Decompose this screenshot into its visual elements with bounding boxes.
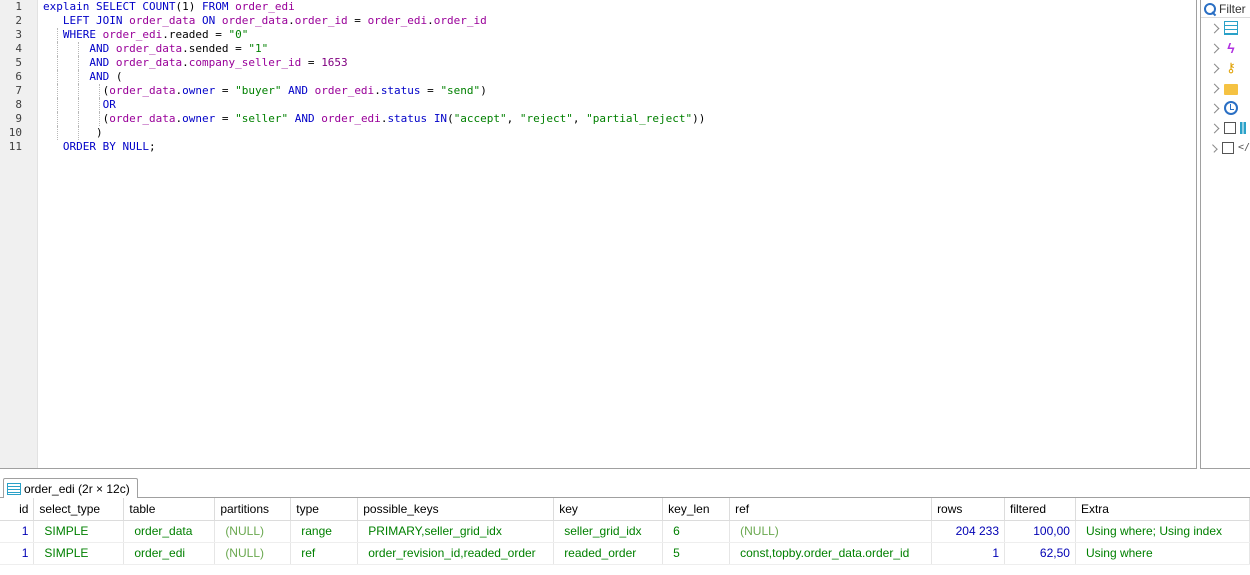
code-line: AND order_data.company_seller_id = 1653 (43, 56, 1196, 70)
code-line: (order_data.owner = "seller" AND order_e… (43, 112, 706, 126)
cell-id[interactable]: 1 (0, 542, 35, 565)
tree-node-code[interactable]: </ (1201, 138, 1250, 158)
line-number: 7 (15, 84, 22, 97)
line-number: 3 (15, 28, 22, 41)
cell-key-len[interactable]: 5 (662, 542, 731, 565)
column-header[interactable]: table (123, 498, 216, 521)
cell-possible-keys[interactable]: PRIMARY,seller_grid_idx (357, 520, 555, 543)
chevron-right-icon[interactable] (1209, 43, 1220, 53)
cell-filtered[interactable]: 100,00 (1004, 520, 1076, 543)
line-number: 8 (15, 98, 22, 111)
column-header[interactable]: rows (931, 498, 1006, 521)
cell-type[interactable]: range (290, 520, 359, 543)
cell-id[interactable]: 1 (0, 520, 35, 543)
table-icon (1224, 21, 1238, 35)
cell-partitions[interactable]: (NULL) (214, 520, 292, 543)
cell-type[interactable]: ref (290, 542, 359, 565)
column-header[interactable]: Extra (1075, 498, 1250, 521)
tree-node-events[interactable] (1201, 98, 1250, 118)
column-header[interactable]: select_type (33, 498, 125, 521)
code-line: WHERE order_edi.readed = "0" (43, 28, 1196, 42)
tree-node-folder[interactable] (1201, 78, 1250, 98)
checkbox[interactable] (1224, 122, 1236, 134)
tab-result-order-edi[interactable]: order_edi (2r × 12c) (3, 478, 138, 499)
cell-key-len[interactable]: 6 (662, 520, 731, 543)
cell-filtered[interactable]: 62,50 (1004, 542, 1076, 565)
line-number: 2 (15, 14, 22, 27)
cell-extra[interactable]: Using where (1075, 542, 1250, 565)
chevron-right-icon[interactable] (1209, 83, 1220, 93)
cell-partitions[interactable]: (NULL) (214, 542, 292, 565)
column-header[interactable]: possible_keys (357, 498, 555, 521)
chevron-right-icon[interactable] (1209, 123, 1220, 133)
line-number: 1 (15, 0, 22, 13)
cell-extra[interactable]: Using where; Using index (1075, 520, 1250, 543)
chevron-right-icon[interactable] (1209, 103, 1220, 113)
tree-node-procedures[interactable]: ϟ (1201, 38, 1250, 58)
tab-label: order_edi (2r × 12c) (24, 482, 130, 496)
code-line: LEFT JOIN order_data ON order_data.order… (62, 14, 487, 27)
code-line: ) (43, 126, 1196, 140)
line-number: 4 (15, 42, 22, 55)
tree-node-charts[interactable] (1201, 118, 1250, 138)
column-header[interactable]: ref (729, 498, 933, 521)
result-tab-strip: order_edi (2r × 12c) (0, 476, 1250, 499)
object-tree-panel[interactable]: Filter ϟ ⚷ </ (1200, 0, 1250, 469)
cell-table[interactable]: order_edi (123, 542, 216, 565)
cell-possible-keys[interactable]: order_revision_id,readed_order (357, 542, 555, 565)
search-icon (1203, 2, 1216, 15)
code-line: ORDER BY NULL; (62, 140, 156, 153)
key-icon: ⚷ (1226, 60, 1236, 75)
cell-ref[interactable]: (NULL) (729, 520, 933, 543)
column-header[interactable]: key_len (662, 498, 731, 521)
clock-icon (1224, 101, 1238, 115)
result-grid[interactable]: id select_type table partitions type pos… (0, 498, 1250, 575)
cell-select-type[interactable]: SIMPLE (33, 542, 125, 565)
cell-key[interactable]: readed_order (553, 542, 664, 565)
sql-editor[interactable]: 1 2 3 4 5 6 7 8 9 10 11 explain SELECT C… (0, 0, 1197, 469)
table-row[interactable]: 1 SIMPLE order_edi (NULL) ref order_revi… (0, 542, 1250, 565)
line-number: 5 (15, 56, 22, 69)
code-line: AND order_data.sended = "1" (43, 42, 1196, 56)
lightning-icon: ϟ (1227, 40, 1235, 56)
chevron-right-icon[interactable] (1209, 143, 1218, 153)
column-header[interactable]: key (553, 498, 664, 521)
cell-select-type[interactable]: SIMPLE (33, 520, 125, 543)
line-number: 10 (8, 126, 22, 139)
bar-chart-icon (1240, 122, 1246, 134)
tree-filter[interactable]: Filter (1201, 0, 1250, 18)
filter-label: Filter (1219, 1, 1246, 16)
tree-node-keys[interactable]: ⚷ (1201, 58, 1250, 78)
table-icon (7, 483, 21, 495)
cell-ref[interactable]: const,topby.order_data.order_id (729, 542, 933, 565)
folder-icon (1224, 83, 1238, 95)
column-header[interactable]: partitions (214, 498, 292, 521)
cell-key[interactable]: seller_grid_idx (553, 520, 664, 543)
column-header[interactable]: filtered (1004, 498, 1076, 521)
column-header[interactable]: id (0, 498, 35, 521)
line-number-gutter: 1 2 3 4 5 6 7 8 9 10 11 (0, 0, 38, 468)
code-area[interactable]: explain SELECT COUNT(1) FROM order_edi L… (43, 0, 1196, 154)
code-icon: </ (1237, 142, 1250, 153)
cell-rows[interactable]: 204 233 (931, 520, 1006, 543)
line-number: 6 (15, 70, 22, 83)
grid-header-row: id select_type table partitions type pos… (0, 498, 1250, 521)
chevron-right-icon[interactable] (1209, 63, 1220, 73)
line-number: 9 (15, 112, 22, 125)
checkbox[interactable] (1221, 142, 1234, 154)
column-header[interactable]: type (290, 498, 359, 521)
line-number: 11 (8, 140, 22, 153)
table-row[interactable]: 1 SIMPLE order_data (NULL) range PRIMARY… (0, 520, 1250, 543)
code-line: explain SELECT COUNT(1) FROM order_edi (43, 0, 295, 13)
cell-table[interactable]: order_data (123, 520, 216, 543)
tree-node-tables[interactable] (1201, 18, 1250, 38)
code-line: OR (43, 98, 1196, 112)
code-line: AND ( (43, 70, 1196, 84)
code-line: (order_data.owner = "buyer" AND order_ed… (43, 84, 487, 98)
cell-rows[interactable]: 1 (931, 542, 1006, 565)
chevron-right-icon[interactable] (1209, 23, 1220, 33)
